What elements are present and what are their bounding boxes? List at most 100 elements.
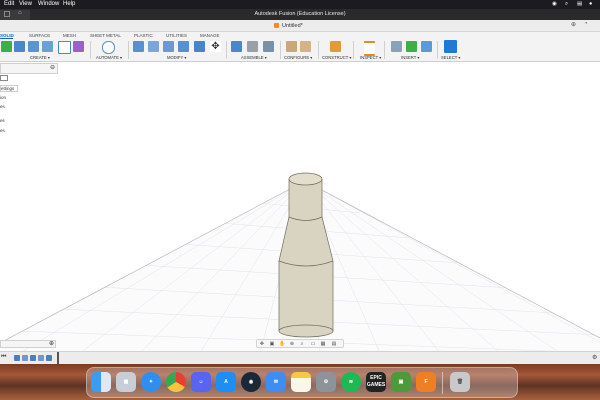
trash-icon[interactable]: 🗑: [450, 372, 470, 392]
tab-sheet-metal[interactable]: SHEET METAL: [90, 33, 121, 38]
press-pull-icon[interactable]: [133, 41, 144, 52]
epic-games-icon[interactable]: EPIC GAMES: [366, 372, 386, 392]
safari-icon[interactable]: ✦: [141, 372, 161, 392]
browser-collapse-icon[interactable]: ⊖: [50, 64, 55, 72]
display-settings-icon[interactable]: ▭: [310, 341, 316, 347]
navigation-toolbar: ✥ ▣ ✋ ⊕ ⌕ ▭ ▦ ▤: [256, 339, 344, 348]
select-icon[interactable]: [444, 40, 457, 53]
joint-icon[interactable]: [247, 41, 258, 52]
hole-icon[interactable]: [42, 41, 53, 52]
active-tab-underline: [0, 38, 13, 39]
insert-canvas-icon[interactable]: [421, 41, 432, 52]
new-component-assemble-icon[interactable]: [231, 41, 242, 52]
launchpad-icon[interactable]: ▦: [116, 372, 136, 392]
construct-group-label[interactable]: CONSTRUCT ▾: [322, 55, 351, 60]
control-center-icon[interactable]: ▤: [577, 0, 582, 9]
timeline-feature[interactable]: [30, 355, 36, 361]
app-store-icon[interactable]: A: [216, 372, 236, 392]
insert-group-label[interactable]: INSERT ▾: [401, 55, 419, 60]
insert-mesh-icon[interactable]: [406, 41, 417, 52]
timeline-start-icon[interactable]: ⏮: [1, 354, 6, 361]
tab-surface[interactable]: SURFACE: [29, 33, 50, 38]
wifi-icon[interactable]: ◉: [552, 0, 557, 9]
fusion-icon[interactable]: F: [416, 372, 436, 392]
viewport-svg[interactable]: [0, 63, 600, 353]
design-canvas[interactable]: [0, 63, 600, 353]
modify-group-label[interactable]: MODIFY ▾: [167, 55, 186, 60]
as-built-joint-icon[interactable]: [263, 41, 274, 52]
siri-icon[interactable]: ●: [589, 0, 592, 9]
fillet-icon[interactable]: [148, 41, 159, 52]
offset-plane-icon[interactable]: [330, 41, 341, 52]
move-icon[interactable]: ✥: [210, 41, 221, 52]
spotify-icon[interactable]: ≋: [341, 372, 361, 392]
notifications-icon[interactable]: ◔: [584, 21, 588, 27]
menu-window[interactable]: Window: [38, 0, 59, 9]
browser-row[interactable]: ion: [0, 95, 6, 100]
minecraft-icon[interactable]: ▣: [391, 372, 411, 392]
pan-icon[interactable]: ✋: [279, 341, 285, 347]
group-divider: [90, 41, 91, 59]
add-tab-icon[interactable]: ⊕: [571, 21, 576, 28]
browser-row-icon[interactable]: [0, 75, 8, 81]
automate-group-label[interactable]: AUTOMATE ▾: [96, 55, 122, 60]
insert-derive-icon[interactable]: [391, 41, 402, 52]
combine-icon[interactable]: [194, 41, 205, 52]
browser-row[interactable]: es: [0, 118, 5, 123]
finder-icon[interactable]: [91, 372, 111, 392]
inspect-group-label[interactable]: INSPECT ▾: [360, 55, 381, 60]
menu-help[interactable]: Help: [63, 0, 75, 9]
grid-settings-icon[interactable]: ▦: [320, 341, 326, 347]
select-group-label[interactable]: SELECT ▾: [441, 55, 460, 60]
browser-row[interactable]: es: [0, 104, 5, 109]
chamfer-icon[interactable]: [163, 41, 174, 52]
configure-group-label[interactable]: CONFIGURE ▾: [284, 55, 312, 60]
document-tab[interactable]: Untitled*: [282, 21, 303, 31]
timeline-feature[interactable]: [14, 355, 20, 361]
timeline-marker[interactable]: [57, 352, 59, 364]
look-at-icon[interactable]: ▣: [269, 341, 275, 347]
browser-row-settings[interactable]: ettings: [0, 85, 18, 92]
menu-view[interactable]: View: [19, 0, 32, 9]
design-timeline[interactable]: ⏮ ⚙: [0, 351, 600, 364]
viewports-icon[interactable]: ▤: [331, 341, 337, 347]
sketch-icon[interactable]: [58, 41, 71, 54]
zoom-icon[interactable]: ⊕: [289, 341, 295, 347]
revolve-icon[interactable]: [28, 41, 39, 52]
timeline-feature[interactable]: [22, 355, 28, 361]
timeline-feature[interactable]: [46, 355, 52, 361]
comments-panel[interactable]: ⊕: [0, 340, 56, 348]
measure-icon[interactable]: [364, 41, 375, 56]
tab-utilities[interactable]: UTILITIES: [166, 33, 187, 38]
discord-icon[interactable]: ☺: [191, 372, 211, 392]
tab-mesh[interactable]: MESH: [63, 33, 76, 38]
timeline-feature[interactable]: [38, 355, 44, 361]
notes-icon[interactable]: [291, 372, 311, 392]
orbit-icon[interactable]: ✥: [259, 341, 265, 347]
comments-add-icon[interactable]: ⊕: [49, 341, 54, 348]
group-divider: [318, 41, 319, 59]
system-settings-icon[interactable]: ⚙: [316, 372, 336, 392]
steam-icon[interactable]: ◉: [241, 372, 261, 392]
configure-rule-icon[interactable]: [300, 41, 311, 52]
configure-table-icon[interactable]: [286, 41, 297, 52]
extrude-icon[interactable]: [14, 41, 25, 52]
pattern-icon[interactable]: [73, 41, 84, 52]
assemble-group-label[interactable]: ASSEMBLE ▾: [241, 55, 267, 60]
chrome-icon[interactable]: [166, 372, 186, 392]
fit-icon[interactable]: ⌕: [299, 341, 305, 347]
shell-icon[interactable]: [178, 41, 189, 52]
mail-icon[interactable]: ✉: [266, 372, 286, 392]
tab-plastic[interactable]: PLASTIC: [134, 33, 153, 38]
search-icon[interactable]: ⌕: [565, 0, 568, 9]
tab-manage[interactable]: MANAGE: [200, 33, 220, 38]
browser-header[interactable]: ⊖: [0, 63, 58, 74]
new-component-icon[interactable]: [1, 41, 12, 52]
window-title: Autodesk Fusion (Education License): [254, 11, 346, 17]
menu-edit[interactable]: Edit: [4, 0, 14, 9]
mac-menu-bar: Edit View Window Help ◉ ⌕ ▤ ●: [0, 0, 600, 9]
automate-icon[interactable]: [102, 41, 115, 54]
timeline-settings-icon[interactable]: ⚙: [592, 354, 597, 361]
browser-row[interactable]: es: [0, 128, 5, 133]
create-group-label[interactable]: CREATE ▾: [30, 55, 50, 60]
